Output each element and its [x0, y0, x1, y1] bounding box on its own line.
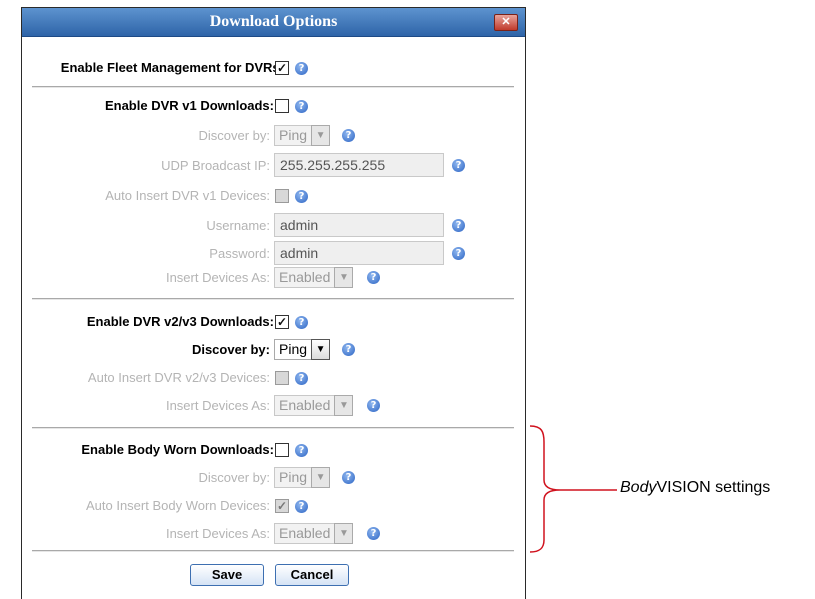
help-icon[interactable]: ?	[452, 247, 465, 260]
body-worn-auto-insert-checkbox[interactable]	[275, 499, 289, 513]
separator	[32, 298, 514, 300]
v2v3-auto-insert-label: Auto Insert DVR v2/v3 Devices:	[87, 370, 270, 385]
help-icon[interactable]: ?	[295, 62, 308, 75]
body-worn-discover-by-select[interactable]: Ping ▼	[274, 467, 331, 488]
help-icon[interactable]: ?	[342, 343, 355, 356]
enable-dvr-v1-checkbox[interactable]	[275, 99, 289, 113]
v1-discover-by-label: Discover by:	[198, 128, 270, 143]
v2v3-insert-as-select[interactable]: Enabled ▼	[274, 395, 354, 416]
fleet-management-checkbox[interactable]	[275, 61, 289, 75]
help-icon[interactable]: ?	[295, 100, 308, 113]
enable-dvr-v1-label: Enable DVR v1 Downloads:	[104, 98, 274, 113]
help-icon[interactable]: ?	[452, 219, 465, 232]
v2v3-discover-by-label: Discover by:	[191, 342, 270, 357]
bodyvision-settings-annotation: BodyVISION settings	[620, 479, 771, 496]
password-label: Password:	[209, 246, 270, 261]
help-icon[interactable]: ?	[295, 444, 308, 457]
chevron-down-icon: ▼	[334, 267, 354, 288]
v1-auto-insert-label: Auto Insert DVR v1 Devices:	[105, 188, 270, 203]
download-options-dialog: Download Options ✕ Enable Fleet Manageme…	[21, 7, 526, 599]
chevron-down-icon: ▼	[311, 125, 331, 146]
body-worn-insert-as-select[interactable]: Enabled ▼	[274, 523, 354, 544]
enable-dvr-v2v3-checkbox[interactable]	[275, 315, 289, 329]
username-field[interactable]: admin	[274, 213, 444, 237]
help-icon[interactable]: ?	[367, 399, 380, 412]
body-worn-auto-insert-label: Auto Insert Body Worn Devices:	[85, 498, 270, 513]
chevron-down-icon: ▼	[334, 395, 354, 416]
chevron-down-icon: ▼	[311, 467, 331, 488]
chevron-down-icon: ▼	[334, 523, 354, 544]
help-icon[interactable]: ?	[295, 316, 308, 329]
v1-auto-insert-checkbox[interactable]	[275, 189, 289, 203]
help-icon[interactable]: ?	[452, 159, 465, 172]
v2v3-auto-insert-checkbox[interactable]	[275, 371, 289, 385]
separator	[32, 550, 514, 552]
enable-body-worn-label: Enable Body Worn Downloads:	[81, 442, 274, 457]
dialog-title-bar: Download Options ✕	[22, 8, 525, 37]
password-field[interactable]: admin	[274, 241, 444, 265]
udp-broadcast-ip-field[interactable]: 255.255.255.255	[274, 153, 444, 177]
help-icon[interactable]: ?	[367, 527, 380, 540]
close-icon: ✕	[501, 16, 511, 28]
username-label: Username:	[206, 218, 270, 233]
body-worn-discover-by-label: Discover by:	[198, 470, 270, 485]
close-button[interactable]: ✕	[494, 14, 518, 31]
v1-discover-by-select[interactable]: Ping ▼	[274, 125, 331, 146]
dialog-title: Download Options	[209, 13, 338, 30]
chevron-down-icon: ▼	[311, 339, 331, 360]
help-icon[interactable]: ?	[342, 129, 355, 142]
help-icon[interactable]: ?	[295, 190, 308, 203]
fleet-management-label: Enable Fleet Management for DVRs:	[60, 60, 284, 75]
body-worn-insert-as-label: Insert Devices As:	[165, 526, 270, 541]
v2v3-insert-as-label: Insert Devices As:	[165, 398, 270, 413]
v1-insert-as-label: Insert Devices As:	[165, 270, 270, 285]
cancel-button[interactable]: Cancel	[275, 564, 349, 586]
save-button[interactable]: Save	[190, 564, 264, 586]
separator	[32, 86, 514, 88]
help-icon[interactable]: ?	[367, 271, 380, 284]
help-icon[interactable]: ?	[342, 471, 355, 484]
udp-broadcast-ip-label: UDP Broadcast IP:	[161, 158, 270, 173]
enable-dvr-v2v3-label: Enable DVR v2/v3 Downloads:	[86, 314, 274, 329]
separator	[32, 427, 514, 429]
help-icon[interactable]: ?	[295, 372, 308, 385]
help-icon[interactable]: ?	[295, 500, 308, 513]
enable-body-worn-checkbox[interactable]	[275, 443, 289, 457]
v2v3-discover-by-select[interactable]: Ping ▼	[274, 339, 331, 360]
v1-insert-as-select[interactable]: Enabled ▼	[274, 267, 354, 288]
